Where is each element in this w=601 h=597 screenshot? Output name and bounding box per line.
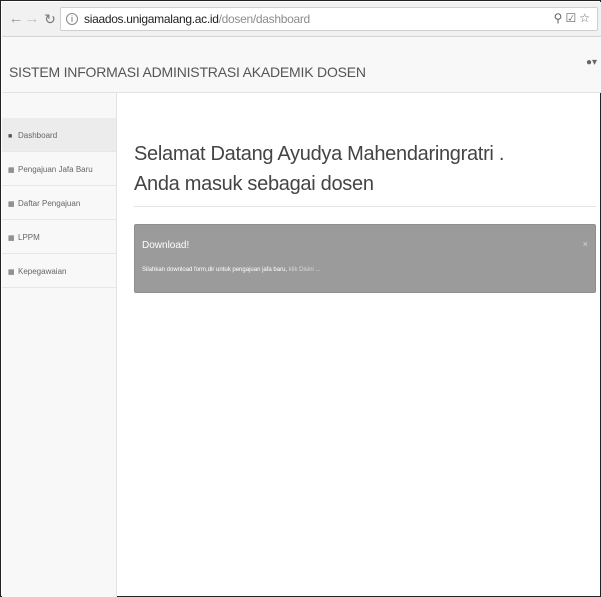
star-icon[interactable]: ☆ (579, 11, 593, 25)
app-header: SISTEM INFORMASI ADMINISTRASI AKADEMIK D… (2, 37, 601, 93)
role-heading: Anda masuk sebagai dosen (134, 173, 374, 195)
table-icon: ▦ (8, 269, 15, 276)
alert-text: Silahkan download form,dir untuk pengaju… (142, 267, 320, 273)
divider (134, 206, 596, 207)
sidebar: ■ Dashboard ▦ Pengajuan Jafa Baru ▦ Daftar … (2, 93, 117, 597)
browser-toolbar: ← → ↻ i siaados.unigamalang.ac.id/dosen/… (2, 2, 601, 37)
page-frame: ← → ↻ i siaados.unigamalang.ac.id/dosen/… (0, 0, 601, 597)
address-bar[interactable]: i siaados.unigamalang.ac.id/dosen/dashbo… (60, 7, 598, 31)
info-icon[interactable]: i (66, 13, 78, 25)
sidebar-item-label: Kepegawaian (18, 267, 67, 276)
app-title[interactable]: SISTEM INFORMASI ADMINISTRASI AKADEMIK D… (9, 64, 366, 80)
download-alert: Download! × Silahkan download form,dir u… (134, 224, 596, 293)
sidebar-item-kepegawaian[interactable]: ▦ Kepegawaian (2, 254, 116, 288)
sidebar-item-label: Daftar Pengajuan (18, 199, 81, 208)
forward-arrow-icon[interactable]: → (24, 10, 40, 28)
url-path: /dosen/dashboard (218, 12, 311, 26)
extension-icon[interactable]: ☑ (565, 11, 579, 25)
table-icon: ▦ (8, 235, 15, 242)
welcome-heading: Selamat Datang Ayudya Mahendaringratri . (134, 143, 505, 165)
sidebar-item-daftar-pengajuan[interactable]: ▦ Daftar Pengajuan (2, 186, 116, 220)
zoom-icon[interactable]: ⚲ (554, 11, 566, 25)
table-icon: ▦ (8, 201, 15, 208)
back-arrow-icon[interactable]: ← (8, 10, 24, 28)
alert-message: Silahkan download form,dir untuk pengaju… (142, 267, 288, 273)
alert-title: Download! (142, 240, 190, 251)
reload-icon[interactable]: ↻ (42, 10, 58, 28)
user-icon[interactable]: ●▾ (586, 57, 597, 68)
url-host: siaados.unigamalang.ac.id (84, 12, 219, 26)
sidebar-item-label: LPPM (18, 233, 40, 242)
sidebar-item-dashboard[interactable]: ■ Dashboard (2, 118, 116, 152)
close-icon[interactable]: × (583, 239, 588, 249)
table-icon: ▦ (8, 167, 15, 174)
sidebar-item-lppm[interactable]: ▦ LPPM (2, 220, 116, 254)
dashboard-icon: ■ (8, 133, 13, 140)
address-bar-icons: ⚲☑☆ (554, 11, 593, 25)
url-text[interactable]: siaados.unigamalang.ac.id/dosen/dashboar… (84, 12, 310, 26)
sidebar-item-label: Dashboard (18, 131, 58, 140)
sidebar-item-pengajuan-jafa-baru[interactable]: ▦ Pengajuan Jafa Baru (2, 152, 116, 186)
download-link[interactable]: klik Disini ... (289, 267, 321, 273)
sidebar-item-label: Pengajuan Jafa Baru (18, 165, 93, 174)
